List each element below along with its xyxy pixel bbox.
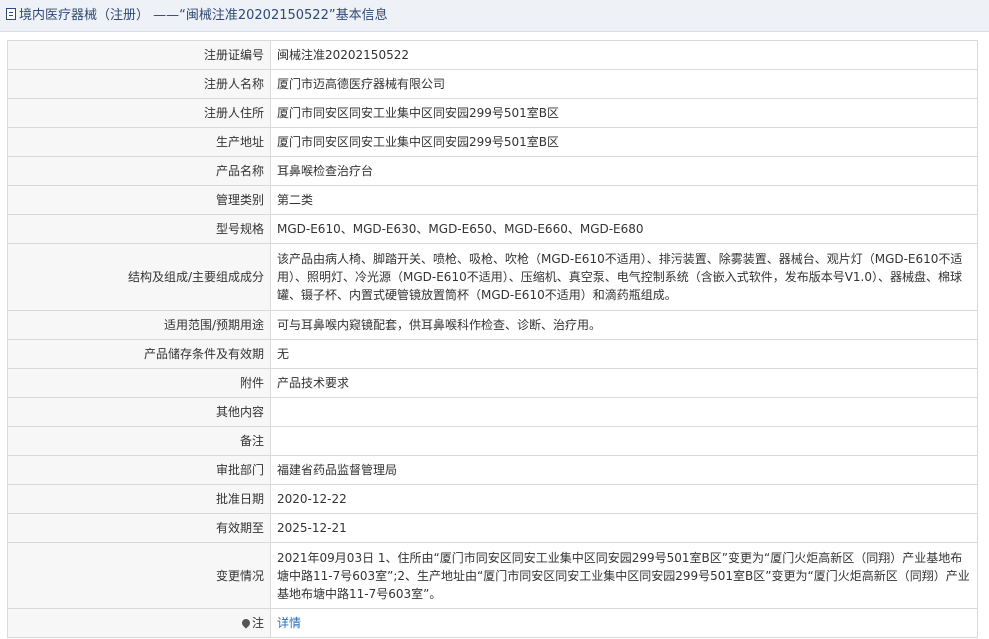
field-value: MGD-E610、MGD-E630、MGD-E650、MGD-E660、MGD-… — [270, 214, 978, 244]
field-label: 变更情况 — [7, 542, 271, 609]
field-label: 注册人住所 — [7, 98, 271, 128]
table-row: 型号规格 MGD-E610、MGD-E630、MGD-E650、MGD-E660… — [7, 214, 978, 244]
field-value — [270, 426, 978, 456]
field-value: 厦门市迈高德医疗器械有限公司 — [270, 69, 978, 99]
field-label: 注册人名称 — [7, 69, 271, 99]
table-row: 有效期至 2025-12-21 — [7, 513, 978, 543]
page-title-bar: 境内医疗器械（注册） ——“闽械注准20202150522”基本信息 — [0, 0, 989, 32]
field-value: 2020-12-22 — [270, 484, 978, 514]
page-title: 境内医疗器械（注册） ——“闽械注准20202150522”基本信息 — [19, 8, 388, 23]
table-row: 附件 产品技术要求 — [7, 368, 978, 398]
field-value: 第二类 — [270, 185, 978, 215]
field-value: 2025-12-21 — [270, 513, 978, 543]
field-value: 该产品由病人椅、脚踏开关、喷枪、吸枪、吹枪（MGD-E610不适用）、排污装置、… — [270, 243, 978, 311]
field-label: 附件 — [7, 368, 271, 398]
field-label: 产品名称 — [7, 156, 271, 186]
info-table: 注册证编号 闽械注准20202150522 注册人名称 厦门市迈高德医疗器械有限… — [7, 40, 978, 638]
field-value: 可与耳鼻喉内窥镜配套，供耳鼻喉科作检查、诊断、治疗用。 — [270, 310, 978, 340]
field-label: 审批部门 — [7, 455, 271, 485]
table-row: 生产地址 厦门市同安区同安工业集中区同安园299号501室B区 — [7, 127, 978, 157]
details-link[interactable]: 详情 — [277, 616, 301, 630]
table-row: 产品储存条件及有效期 无 — [7, 339, 978, 369]
field-label: 其他内容 — [7, 397, 271, 427]
document-icon — [6, 8, 16, 20]
field-value: 耳鼻喉检查治疗台 — [270, 156, 978, 186]
field-label: 生产地址 — [7, 127, 271, 157]
table-row: 结构及组成/主要组成成分 该产品由病人椅、脚踏开关、喷枪、吸枪、吹枪（MGD-E… — [7, 243, 978, 311]
field-value — [270, 397, 978, 427]
note-label-cell: 注 — [7, 608, 271, 638]
table-row: 注册人住所 厦门市同安区同安工业集中区同安园299号501室B区 — [7, 98, 978, 128]
field-label: 型号规格 — [7, 214, 271, 244]
field-value: 无 — [270, 339, 978, 369]
note-row: 注 详情 — [7, 608, 978, 638]
table-row: 变更情况 2021年09月03日 1、住所由“厦门市同安区同安工业集中区同安园2… — [7, 542, 978, 609]
note-value-cell: 详情 — [270, 608, 978, 638]
field-label: 管理类别 — [7, 185, 271, 215]
pin-icon — [240, 617, 252, 629]
field-value: 厦门市同安区同安工业集中区同安园299号501室B区 — [270, 127, 978, 157]
table-row: 审批部门 福建省药品监督管理局 — [7, 455, 978, 485]
field-value: 厦门市同安区同安工业集中区同安园299号501室B区 — [270, 98, 978, 128]
table-row: 备注 — [7, 426, 978, 456]
field-label: 适用范围/预期用途 — [7, 310, 271, 340]
field-label: 备注 — [7, 426, 271, 456]
table-row: 产品名称 耳鼻喉检查治疗台 — [7, 156, 978, 186]
note-label: 注 — [251, 616, 264, 630]
field-label: 结构及组成/主要组成成分 — [7, 243, 271, 311]
field-label: 产品储存条件及有效期 — [7, 339, 271, 369]
field-value: 2021年09月03日 1、住所由“厦门市同安区同安工业集中区同安园299号50… — [270, 542, 978, 609]
field-value: 闽械注准20202150522 — [270, 40, 978, 70]
table-row: 其他内容 — [7, 397, 978, 427]
table-row: 注册人名称 厦门市迈高德医疗器械有限公司 — [7, 69, 978, 99]
field-label: 批准日期 — [7, 484, 271, 514]
table-row: 批准日期 2020-12-22 — [7, 484, 978, 514]
field-value: 产品技术要求 — [270, 368, 978, 398]
field-label: 有效期至 — [7, 513, 271, 543]
table-row: 适用范围/预期用途 可与耳鼻喉内窥镜配套，供耳鼻喉科作检查、诊断、治疗用。 — [7, 310, 978, 340]
table-row: 管理类别 第二类 — [7, 185, 978, 215]
field-label: 注册证编号 — [7, 40, 271, 70]
table-row: 注册证编号 闽械注准20202150522 — [7, 40, 978, 70]
field-value: 福建省药品监督管理局 — [270, 455, 978, 485]
